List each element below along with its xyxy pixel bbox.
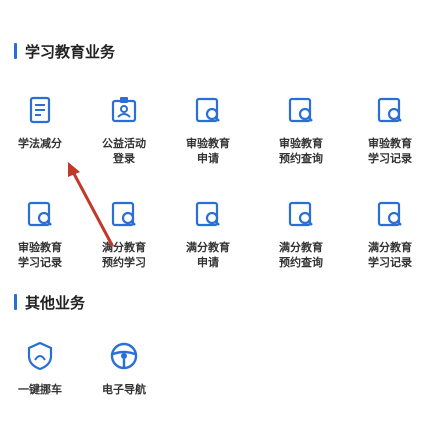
study-item-review-record-2[interactable]: 审验教育 学习记录 — [2, 196, 78, 280]
study-item-full-score-query[interactable]: 满分教育 预约查询 — [263, 196, 339, 280]
study-item-label: 审验教育 申请 — [186, 137, 230, 165]
section-accent-bar — [14, 294, 17, 310]
shield-icon — [22, 338, 58, 374]
study-item-label: 审验教育 学习记录 — [368, 137, 412, 165]
study-item-label: 公益活动 登录 — [102, 137, 146, 165]
section-title-text: 学习教育业务 — [25, 42, 116, 61]
section-title-other: 其他业务 — [14, 291, 85, 313]
study-item-review-record[interactable]: 审验教育 学习记录 — [352, 92, 428, 176]
search-document-icon — [106, 196, 142, 232]
study-item-label: 满分教育 预约查询 — [279, 241, 323, 269]
search-document-icon — [22, 196, 58, 232]
document-icon — [22, 92, 58, 128]
search-document-icon — [190, 92, 226, 128]
study-item-full-score-appointment[interactable]: 满分教育 预约学习 — [86, 196, 162, 280]
other-item-navigation[interactable]: 电子导航 — [86, 338, 162, 422]
study-item-points-reduction[interactable]: 学法减分 — [2, 92, 78, 176]
study-item-label: 审验教育 预约查询 — [279, 137, 323, 165]
search-document-icon — [372, 92, 408, 128]
search-document-icon — [283, 92, 319, 128]
other-item-label: 一键挪车 — [18, 383, 62, 396]
section-title-text: 其他业务 — [25, 293, 86, 312]
other-item-label: 电子导航 — [102, 383, 146, 396]
person-badge-icon — [106, 92, 142, 128]
study-item-label: 审验教育 学习记录 — [18, 241, 62, 269]
search-document-icon — [372, 196, 408, 232]
study-item-label: 满分教育 申请 — [186, 241, 230, 269]
search-document-icon — [190, 196, 226, 232]
study-item-label: 满分教育 预约学习 — [102, 241, 146, 269]
study-item-full-score-apply[interactable]: 满分教育 申请 — [170, 196, 246, 280]
study-item-label: 学法减分 — [18, 137, 62, 150]
search-document-icon — [283, 196, 319, 232]
study-item-review-apply[interactable]: 审验教育 申请 — [170, 92, 246, 176]
study-item-label: 满分教育 学习记录 — [368, 241, 412, 269]
study-item-full-score-record[interactable]: 满分教育 学习记录 — [352, 196, 428, 280]
section-title-study: 学习教育业务 — [14, 40, 115, 62]
section-accent-bar — [14, 43, 17, 59]
steering-wheel-icon — [106, 338, 142, 374]
study-item-review-query[interactable]: 审验教育 预约查询 — [263, 92, 339, 176]
study-item-public-welfare[interactable]: 公益活动 登录 — [86, 92, 162, 176]
other-item-move-car[interactable]: 一键挪车 — [2, 338, 78, 422]
